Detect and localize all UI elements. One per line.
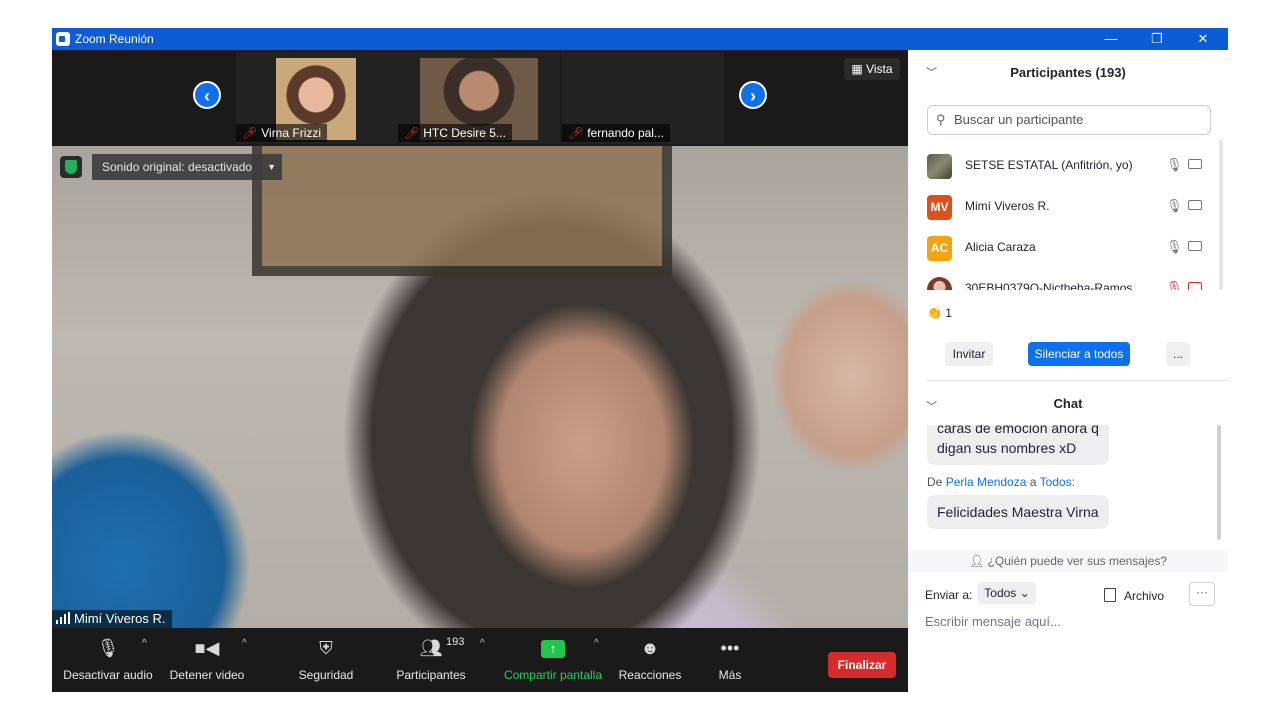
participant-name-label: 🎤︎ HTC Desire 5... — [398, 124, 512, 142]
mic-muted-icon: 🎤︎ — [568, 126, 584, 140]
share-screen-button[interactable]: ↑ Compartir pantalla ^ — [500, 634, 606, 690]
chat-message: caras de emoción ahora q digan sus nombr… — [927, 425, 1109, 465]
avatar — [927, 277, 952, 290]
thumbnail-strip: ‹ 🎤︎ Virna Frizzi 🎤︎ HTC Desire 5... 🎤︎ fer… — [52, 50, 908, 146]
chat-message: Felicidades Maestra Virna — [927, 495, 1109, 529]
participant-thumb-fernando[interactable]: 🎤︎ fernando pal... — [562, 52, 724, 144]
recipient-dropdown[interactable]: Todos ⌄ — [978, 582, 1036, 604]
participant-row[interactable]: AC Alicia Caraza 🎙︎ — [908, 228, 1218, 269]
recipient-name: Todos — [1039, 475, 1072, 489]
send-options-row: Enviar a: Todos ⌄ Archivo ··· — [908, 580, 1228, 608]
search-icon: ⚲ — [936, 112, 946, 127]
caret-down-icon[interactable]: ▼ — [267, 154, 276, 180]
video-options-chevron-icon[interactable]: ^ — [242, 638, 247, 649]
participants-header: ﹀ Participantes (193) — [908, 50, 1228, 90]
title-bar: Zoom Reunión — ❐ ✕ — [52, 28, 1228, 50]
participants-title: Participantes (193) — [1010, 65, 1126, 80]
chat-title: Chat — [1053, 396, 1083, 411]
share-options-chevron-icon[interactable]: ^ — [594, 638, 599, 649]
participant-row[interactable]: MV Mimí Viveros R. 🎙︎ — [908, 187, 1218, 228]
avatar — [927, 154, 952, 179]
window-title: Zoom Reunión — [75, 32, 154, 46]
original-sound-toggle[interactable]: Sonido original: desactivado ▼ — [92, 154, 282, 180]
who-can-see-messages[interactable]: 👤︎ ¿Quién puede ver sus mensajes? — [908, 550, 1228, 572]
more-dots-icon: ••• — [720, 638, 740, 658]
participants-options-chevron-icon[interactable]: ^ — [480, 638, 485, 649]
clapping-hands-icon: 👏 — [927, 306, 942, 320]
reactions-button[interactable]: ☻ Reacciones — [617, 634, 683, 690]
chat-header: ﹀ Chat — [908, 386, 1228, 416]
participants-more-button[interactable]: ... — [1166, 342, 1190, 366]
participant-row[interactable]: SETSE ESTATAL (Anfitrión, yo) 🎙︎ — [908, 146, 1218, 187]
share-screen-icon: ↑ — [541, 640, 565, 659]
invite-button[interactable]: Invitar — [945, 342, 993, 366]
participant-name-label: 🎤︎ fernando pal... — [562, 124, 670, 142]
security-button[interactable]: ⛨ Seguridad — [292, 634, 360, 690]
smiley-plus-icon: ☻ — [640, 638, 660, 658]
microphone-muted-icon[interactable]: 🎙︎ — [1166, 280, 1183, 290]
camera-icon[interactable] — [1188, 200, 1202, 210]
participant-list: SETSE ESTATAL (Anfitrión, yo) 🎙︎ MV Mimí… — [908, 146, 1228, 290]
send-to-label: Enviar a: — [925, 588, 973, 602]
encryption-shield-icon[interactable] — [60, 156, 82, 178]
mute-button[interactable]: 🎙︎ Desactivar audio ^ — [62, 634, 154, 690]
background-picture-frame — [252, 146, 672, 276]
restore-button[interactable]: ❐ — [1134, 28, 1180, 50]
signal-strength-icon — [56, 612, 70, 624]
zoom-window: Zoom Reunión — ❐ ✕ ‹ 🎤︎ Virna Frizzi 🎤︎ HT… — [52, 28, 1228, 692]
message-sender-line: De Perla Mendoza a Todos: — [927, 475, 1075, 489]
original-sound-label: Sonido original: desactivado — [102, 160, 253, 174]
camera-off-icon[interactable] — [1188, 282, 1202, 290]
participant-search-input[interactable]: ⚲ Buscar un participante — [927, 105, 1211, 135]
shield-icon: ⛨ — [319, 638, 333, 658]
chat-more-button[interactable]: ··· — [1189, 582, 1215, 606]
participant-thumb-htc[interactable]: 🎤︎ HTC Desire 5... — [398, 52, 560, 144]
camera-icon[interactable] — [1188, 159, 1202, 169]
end-meeting-button[interactable]: Finalizar — [828, 652, 896, 678]
side-panel: ﹀ Participantes (193) ⚲ Buscar un partic… — [908, 50, 1228, 692]
mic-muted-icon: 🎤︎ — [404, 126, 420, 140]
zoom-logo-icon — [56, 32, 70, 46]
mic-muted-icon: 🎤︎ — [242, 126, 258, 140]
person-icon: 👤︎ — [968, 554, 985, 568]
chat-scrollbar[interactable] — [1217, 425, 1221, 540]
minimize-button[interactable]: — — [1088, 28, 1134, 50]
participant-actions: Invitar Silenciar a todos ... — [908, 342, 1228, 368]
microphone-icon[interactable]: 🎙︎ — [1166, 157, 1183, 173]
file-button[interactable]: Archivo — [1104, 588, 1164, 603]
meeting-stage: ‹ 🎤︎ Virna Frizzi 🎤︎ HTC Desire 5... 🎤︎ fer… — [52, 50, 908, 692]
file-icon — [1104, 588, 1116, 602]
participant-name-label: 🎤︎ Virna Frizzi — [236, 124, 328, 142]
divider — [927, 380, 1228, 381]
close-button[interactable]: ✕ — [1180, 28, 1226, 50]
participant-thumb-virna[interactable]: 🎤︎ Virna Frizzi — [236, 52, 398, 144]
avatar: MV — [927, 195, 952, 220]
video-camera-icon: ■◀ — [194, 638, 220, 658]
participants-button[interactable]: 👥︎ 193 Participantes ^ — [392, 634, 484, 690]
avatar: AC — [927, 236, 952, 261]
next-page-button[interactable]: › — [739, 81, 767, 109]
grid-icon: ▦ — [851, 62, 867, 76]
sender-name: Perla Mendoza — [945, 475, 1027, 489]
speaker-name-tag: Mimí Viveros R. — [52, 610, 172, 628]
mute-all-button[interactable]: Silenciar a todos — [1028, 342, 1130, 366]
active-speaker-video: Sonido original: desactivado ▼ Mimí Vive… — [52, 146, 908, 628]
prev-page-button[interactable]: ‹ — [193, 81, 221, 109]
chat-message-input[interactable]: Escribir mensaje aquí... — [925, 614, 1061, 629]
more-button[interactable]: ••• Más — [708, 634, 752, 690]
participants-count: 193 — [446, 636, 465, 648]
chevron-down-icon: ⌄ — [1019, 586, 1030, 600]
microphone-icon[interactable]: 🎙︎ — [1166, 198, 1183, 214]
meeting-toolbar: 🎙︎ Desactivar audio ^ ■◀ Detener video ^… — [52, 628, 908, 692]
view-button[interactable]: ▦ Vista — [844, 58, 900, 80]
audio-options-chevron-icon[interactable]: ^ — [142, 638, 147, 649]
microphone-icon[interactable]: 🎙︎ — [1166, 239, 1183, 255]
microphone-icon: 🎙︎ — [96, 638, 120, 658]
camera-icon[interactable] — [1188, 241, 1202, 251]
reaction-counter: 👏 1 — [927, 306, 952, 320]
participants-scrollbar[interactable] — [1219, 140, 1223, 290]
stop-video-button[interactable]: ■◀ Detener video ^ — [164, 634, 250, 690]
participant-row[interactable]: 30EBH0379Q-Nictheha-Ramos ... 🎙︎ — [908, 269, 1218, 290]
